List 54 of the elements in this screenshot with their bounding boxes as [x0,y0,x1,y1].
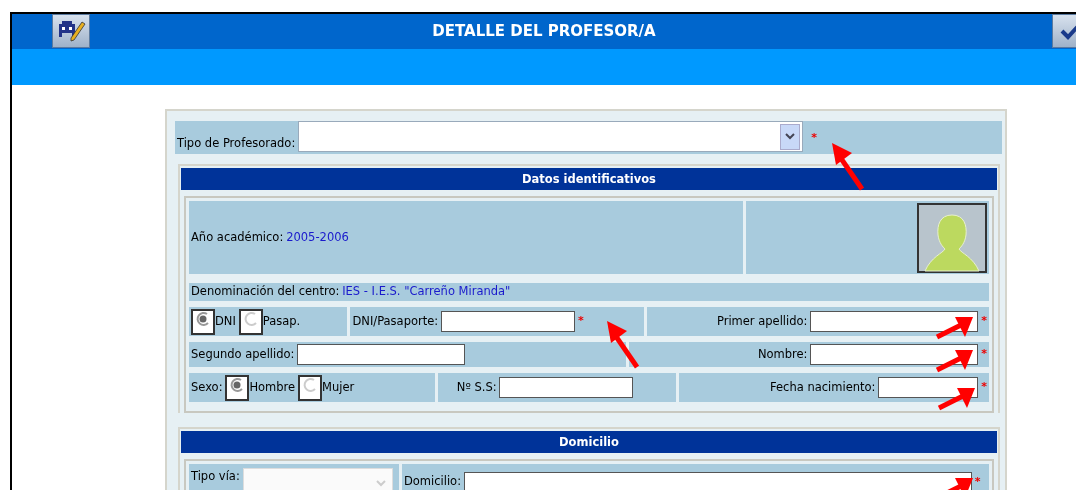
required-asterisk: * [981,379,987,396]
radio-button[interactable] [191,308,215,335]
required-asterisk: * [981,313,987,330]
text-field[interactable] [878,377,979,398]
text-field[interactable] [810,311,979,332]
annotation-arrow [937,386,977,412]
field-label: Sexo: [191,378,223,396]
field-value: IES - I.E.S. "Carreño Miranda" [342,283,511,301]
section-header: Datos identificativos [181,168,997,190]
window-title: DETALLE DEL PROFESOR/A [432,21,656,42]
radio-label: Pasap. [262,312,301,330]
radio-ring-icon [302,376,319,393]
text-field[interactable] [499,377,634,398]
chevron-down-icon [375,479,386,487]
text-field[interactable] [463,471,972,490]
field-label: Fecha nacimiento: [770,378,876,396]
chevron-down-icon [785,133,796,140]
field-label: Segundo apellido: [191,345,295,363]
field-label: Primer apellido: [716,312,808,330]
required-asterisk: * [811,130,817,147]
radio-button[interactable] [238,308,263,335]
text-field[interactable] [297,344,466,365]
required-asterisk: * [974,473,981,490]
radio-button[interactable] [298,374,323,401]
radio-ring-icon [242,310,259,327]
annotation-arrow [935,348,975,374]
field-label: Año académico: [191,228,284,246]
required-asterisk: * [577,313,584,330]
field-label: Nº S.S: [456,378,497,396]
field-label: Domicilio: [403,473,461,490]
annotation-arrow [605,321,640,369]
radio-label: Hombre [249,378,296,396]
radio-label: DNI [215,312,236,330]
invader-pencil-icon [56,18,86,44]
radio-ring-icon [229,376,246,393]
field-label: Nombre: [757,345,808,363]
annotation-arrow [935,315,975,341]
field-value: 2005-2006 [286,228,349,246]
radio-ring-icon [195,310,211,327]
text-field[interactable] [810,344,979,365]
person-silhouette-icon [917,202,987,273]
field-label: Tipo vía: [191,468,240,485]
dropdown-button[interactable] [780,123,801,150]
field-label: Tipo de Profesorado: [177,134,296,152]
select-field[interactable] [298,121,804,152]
text-field[interactable] [441,311,576,332]
field-label: DNI/Pasaporte: [352,312,439,330]
radio-button[interactable] [225,374,250,401]
field-label: Denominación del centro: [191,283,340,301]
section-header: Domicilio [181,431,997,453]
radio-label: Mujer [322,378,355,396]
required-asterisk: * [981,346,987,363]
edit-button[interactable] [52,14,90,48]
annotation-arrow [830,143,864,191]
